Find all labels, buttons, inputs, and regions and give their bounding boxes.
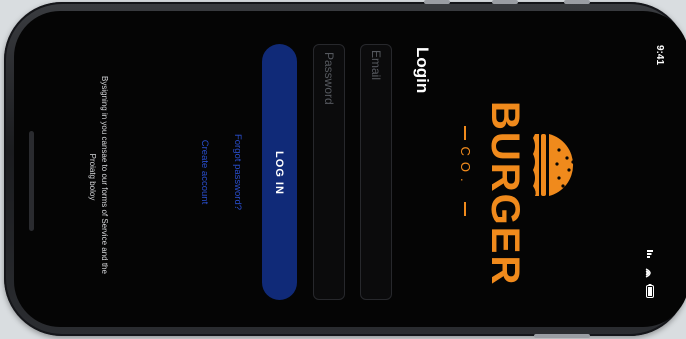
brand-logo — [455, 96, 607, 252]
brand-dash-top — [464, 126, 466, 140]
brand-name: BURGER — [483, 101, 527, 287]
brand-sub: CO. — [458, 146, 473, 188]
side-button-top-right — [564, 0, 590, 4]
status-time: 9:41 — [654, 44, 665, 65]
email-placeholder: Email — [369, 50, 383, 81]
forgot-password-link[interactable]: Forgot password? — [231, 107, 243, 237]
login-button-label: LOG IN — [273, 151, 285, 195]
terms-line-1: Bysigning in you cansae to our forms of … — [100, 76, 109, 274]
create-account-link[interactable]: Create account — [198, 107, 210, 237]
signal-icon — [647, 250, 653, 258]
email-field[interactable]: Email — [360, 44, 392, 300]
side-button-top-left — [424, 0, 450, 4]
password-placeholder: Password — [322, 52, 336, 105]
status-icons — [643, 242, 657, 304]
login-title: Login — [413, 47, 432, 94]
battery-icon — [646, 284, 654, 298]
burger-icon — [533, 134, 577, 196]
speaker-slot — [29, 131, 34, 231]
wifi-icon — [645, 268, 651, 278]
side-button-top-middle — [492, 0, 518, 4]
terms-text: Bysigning in you cansae to our forms of … — [82, 52, 122, 298]
terms-line-2: Proiatg boloy — [88, 153, 97, 201]
brand-dash-bottom — [464, 202, 466, 216]
side-button-bottom — [534, 334, 590, 338]
password-field[interactable]: Password — [313, 44, 345, 300]
